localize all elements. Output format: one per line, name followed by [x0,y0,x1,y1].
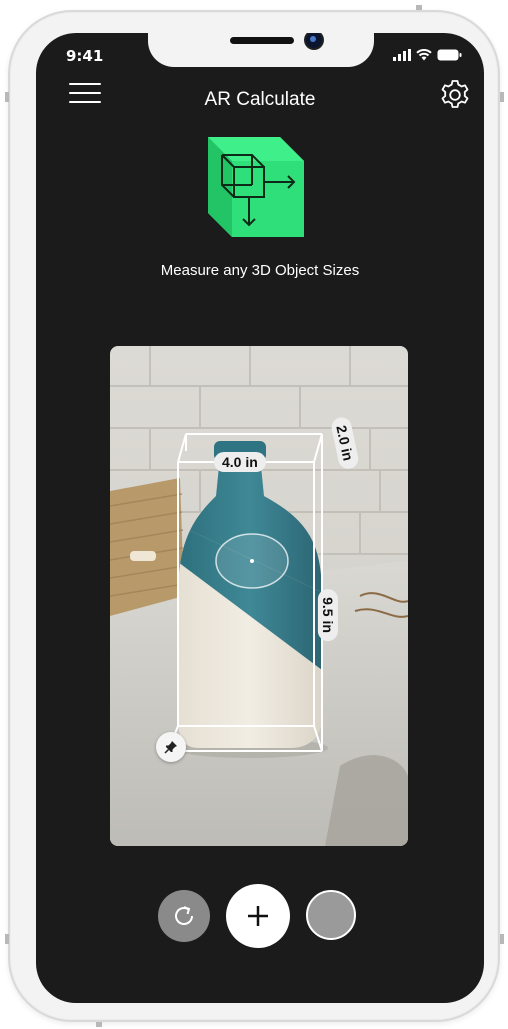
ar-camera-view[interactable]: 4.0 in 2.0 in 9.5 in [110,346,408,846]
side-button-right [500,92,504,102]
ar-scene [110,346,408,846]
add-measurement-button[interactable] [226,884,290,948]
tagline: Measure any 3D Object Sizes [160,262,360,279]
side-button-left-lower [5,934,9,944]
wifi-icon [416,49,432,61]
width-measurement-label: 4.0 in [214,452,266,472]
plus-icon [248,906,268,926]
height-measurement-label: 9.5 in [317,589,338,641]
3d-cube-measure-icon [208,137,304,237]
top-button [416,5,422,10]
notch [148,33,374,67]
status-time: 9:41 [66,47,104,65]
capture-button[interactable] [306,890,356,940]
app-screen: 9:41 AR Calculate Measure any 3D Object … [36,33,484,1003]
bottom-button [96,1022,102,1027]
speaker-grille [230,37,294,44]
pin-icon [164,741,177,754]
signal-icon [393,49,411,61]
side-button-right-lower [500,934,504,944]
pin-button[interactable] [156,732,186,762]
bottom-controls [36,884,484,948]
gear-icon [441,80,469,108]
settings-button[interactable] [438,78,472,112]
side-button-left [5,92,9,102]
refresh-icon [175,906,193,925]
front-camera [306,33,322,48]
battery-icon [437,49,462,61]
app-logo [208,137,308,237]
refresh-button[interactable] [158,890,210,942]
menu-line [69,83,101,85]
status-icons [393,49,462,61]
page-title: AR Calculate [204,89,316,110]
